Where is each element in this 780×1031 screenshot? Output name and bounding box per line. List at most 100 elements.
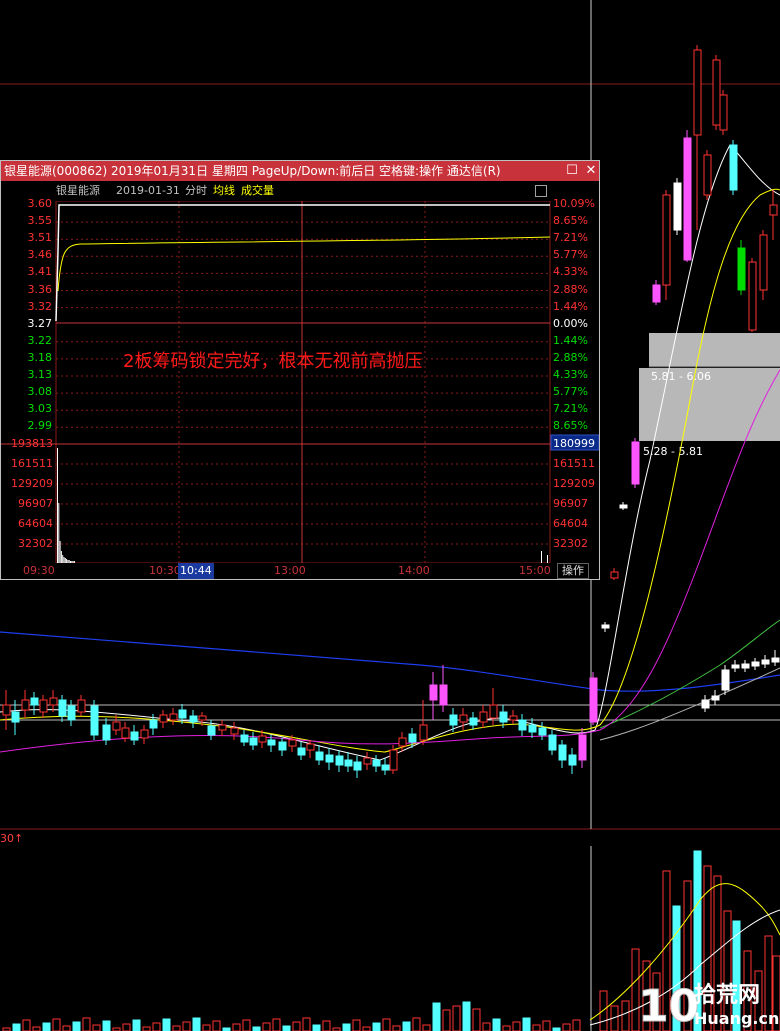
volume-axis-label-left: 32302 xyxy=(18,537,53,550)
stock-chart-screen: { "background_chart": { "gap_zone_upper_… xyxy=(0,0,780,1031)
candle-body xyxy=(207,725,216,736)
volume-bar xyxy=(202,1024,211,1031)
price-axis-label: 3.13 xyxy=(27,368,53,381)
time-label-1300: 13:00 xyxy=(274,564,306,577)
price-axis-label: 3.27 xyxy=(27,316,53,330)
candle-body xyxy=(121,727,130,739)
candle-body xyxy=(198,715,207,721)
candle-body xyxy=(673,182,682,231)
candle-body xyxy=(751,661,760,667)
price-axis-label: 2.99 xyxy=(27,419,53,433)
candle-body xyxy=(189,715,198,723)
candle-body xyxy=(2,704,11,716)
price-axis-label: 3.32 xyxy=(27,299,53,313)
candle-body xyxy=(509,715,518,721)
candle-body xyxy=(528,724,537,733)
popup-subheader: 银星能源 2019-01-31 分时 均线 成交量 xyxy=(1,182,599,200)
candle-body xyxy=(169,713,178,721)
intraday-volume-bar xyxy=(547,555,548,563)
candle-body xyxy=(683,137,692,261)
layout-toggle-icon[interactable] xyxy=(535,185,547,197)
volume-bar xyxy=(512,1021,521,1031)
intraday-volume-bar xyxy=(59,541,61,563)
candle-body xyxy=(578,734,587,761)
candle-body xyxy=(662,194,671,286)
candle-body xyxy=(419,724,428,741)
volume-axis-label-right: 64604 xyxy=(553,517,588,530)
candle-body xyxy=(39,699,48,713)
pct-axis-label: 4.33% xyxy=(553,368,588,381)
candle-body xyxy=(719,94,728,131)
candle-body xyxy=(729,144,738,191)
volume-bar xyxy=(162,1018,171,1031)
volume-axis-label-left: 96907 xyxy=(18,497,53,510)
volume-bar xyxy=(282,1025,291,1031)
popup-title-bar[interactable]: 银星能源(000862) 2019年01月31日 星期四 PageUp/Down… xyxy=(1,161,599,181)
candle-body xyxy=(731,664,740,669)
pct-axis-label: 1.44% xyxy=(553,299,588,313)
candle-body xyxy=(381,764,390,771)
candle-body xyxy=(619,504,628,509)
volume-bar xyxy=(392,1025,401,1031)
pct-axis-label: 1.44% xyxy=(553,333,588,347)
candle-body xyxy=(90,705,99,736)
volume-label: 成交量 xyxy=(241,184,274,197)
candle-body xyxy=(479,711,488,723)
close-button[interactable]: ✕ xyxy=(583,163,599,179)
restore-button[interactable]: ☐ xyxy=(564,163,580,179)
pct-axis-label: 5.77% xyxy=(553,248,588,262)
price-axis-label: 3.22 xyxy=(27,333,53,347)
volume-bar xyxy=(252,1026,261,1031)
candle-body xyxy=(548,734,557,751)
volume-bar xyxy=(302,1017,311,1031)
volume-bar xyxy=(32,1026,41,1031)
volume-bar xyxy=(102,1020,111,1031)
volume-bar xyxy=(442,1009,451,1031)
candle-body xyxy=(429,684,438,701)
volume-bar xyxy=(42,1022,51,1031)
candle-body xyxy=(538,727,547,736)
candle-body xyxy=(230,727,239,735)
candle-body xyxy=(315,751,324,761)
volume-bar xyxy=(82,1017,91,1031)
candle-body xyxy=(178,709,187,719)
volume-bar xyxy=(342,1023,351,1031)
intraday-popup[interactable]: 银星能源(000862) 2019年01月31日 星期四 PageUp/Down… xyxy=(0,160,600,580)
candle-body xyxy=(258,735,267,743)
candle-body xyxy=(30,697,39,706)
candle-body xyxy=(278,741,287,751)
volume-bar xyxy=(432,1002,441,1031)
pct-axis-label: 8.65% xyxy=(553,419,588,433)
operate-button[interactable]: 操作 xyxy=(557,563,589,579)
price-axis-label: 3.51 xyxy=(27,231,53,245)
pct-axis-label: 7.21% xyxy=(553,231,588,245)
volume-bar xyxy=(472,1008,481,1031)
intraday-volume-bar xyxy=(60,551,62,563)
candle-body xyxy=(558,744,567,761)
chart-annotation: 2板筹码锁定完好，根本无视前高抛压 xyxy=(123,351,423,372)
candle-body xyxy=(459,714,468,723)
candle-body xyxy=(149,719,158,729)
volume-bar xyxy=(542,1020,551,1031)
gap-zone-upper xyxy=(649,333,780,367)
candle-body xyxy=(771,657,780,663)
candle-body xyxy=(306,743,315,751)
candle-body xyxy=(363,757,372,765)
popup-title: 银星能源(000862) 2019年01月31日 星期四 PageUp/Down… xyxy=(4,164,501,178)
candle-body xyxy=(589,677,598,723)
volume-bar xyxy=(599,990,608,1031)
candle-body xyxy=(140,729,149,739)
logo-digits: 10 xyxy=(638,981,699,1031)
candle-body xyxy=(449,714,458,726)
volume-axis-label-right: 32302 xyxy=(553,537,588,550)
candle-body xyxy=(58,699,67,717)
pct-axis-label: 2.88% xyxy=(553,350,588,364)
volume-bar xyxy=(362,1026,371,1031)
volume-bar xyxy=(22,1019,31,1031)
candle-body xyxy=(652,284,661,303)
volume-bar xyxy=(212,1020,221,1031)
volume-axis-label-right: 161511 xyxy=(553,457,595,470)
volume-bar xyxy=(272,1018,281,1031)
price-axis-label: 3.55 xyxy=(27,214,53,228)
candle-body xyxy=(568,754,577,766)
